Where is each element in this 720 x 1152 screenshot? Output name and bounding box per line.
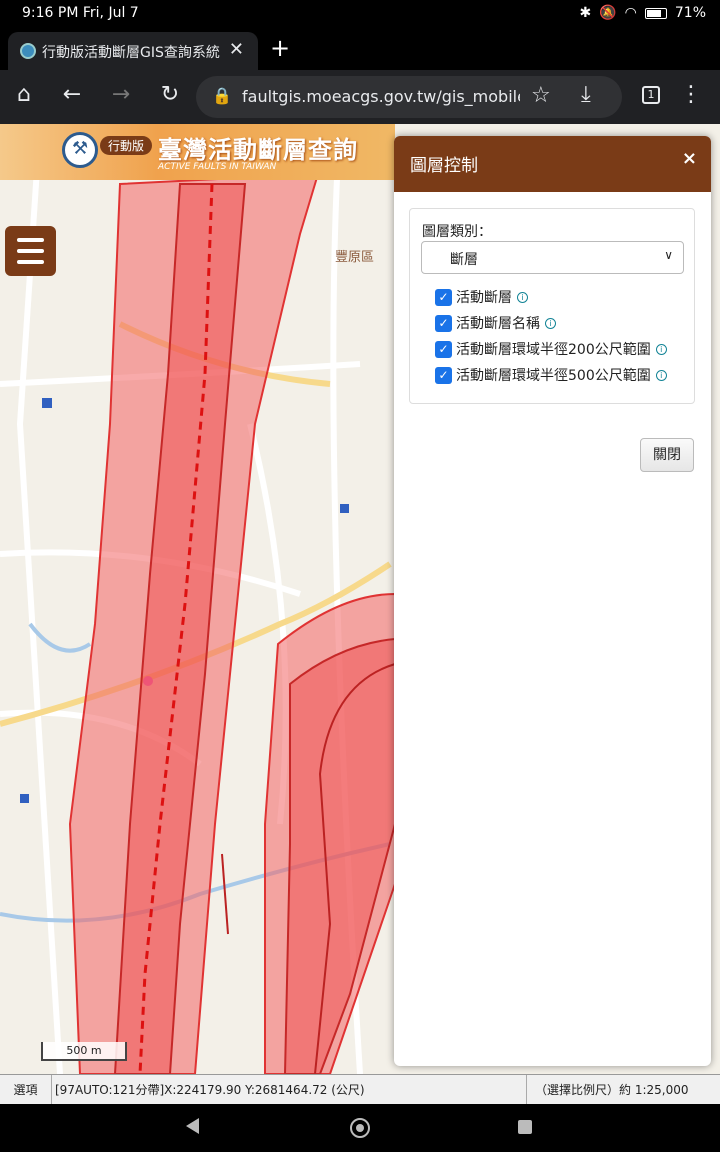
tab-switcher-button[interactable]: 1 bbox=[642, 86, 660, 104]
system-recents-icon[interactable] bbox=[518, 1120, 532, 1134]
browser-toolbar: ⌂ ← → ↻ 🔒 faultgis.moeacgs.gov.tw/gis_mo… bbox=[0, 70, 720, 124]
layer-toggle-label: 活動斷層環域半徑200公尺範圍 bbox=[456, 342, 651, 358]
layer-toggle-label: 活動斷層環域半徑500公尺範圍 bbox=[456, 368, 651, 384]
back-icon[interactable]: ← bbox=[58, 82, 86, 107]
browser-menu-icon[interactable]: ⋮ bbox=[680, 82, 702, 107]
coordinate-readout: [97AUTO:121分帶]X:224179.90 Y:2681464.72 (… bbox=[52, 1075, 527, 1105]
map-route-marker bbox=[143, 676, 153, 686]
battery-level: 71% bbox=[674, 5, 706, 21]
site-favicon-icon bbox=[20, 43, 36, 59]
status-time: 9:16 PM Fri, Jul 7 bbox=[22, 5, 139, 21]
app-banner: 行動版 臺灣活動斷層查詢 ACTIVE FAULTS IN TAIWAN bbox=[0, 124, 395, 180]
download-icon[interactable]: ⤓ bbox=[581, 82, 591, 107]
district-label: 豐原區 bbox=[335, 250, 375, 265]
info-icon[interactable]: i bbox=[655, 369, 667, 381]
fault-segment bbox=[221, 853, 229, 935]
scale-selector[interactable]: （選擇比例尺）約 1:25,000 bbox=[527, 1075, 720, 1105]
tab-title: 行動版活動斷層GIS查詢系統 bbox=[42, 45, 220, 61]
new-tab-icon[interactable]: + bbox=[270, 34, 290, 62]
checkbox-checked-icon[interactable]: ✓ bbox=[435, 314, 452, 332]
panel-close-icon[interactable]: × bbox=[682, 148, 697, 169]
home-icon[interactable]: ⌂ bbox=[10, 82, 38, 107]
banner-subtitle: ACTIVE FAULTS IN TAIWAN bbox=[158, 162, 277, 172]
forward-icon[interactable]: → bbox=[107, 82, 135, 107]
layer-toggle-buffer-500m[interactable]: ✓ 活動斷層環域半徑500公尺範圍 i bbox=[435, 364, 667, 386]
layer-type-select[interactable]: 斷層 ∨ bbox=[421, 241, 684, 274]
tab-bar: 行動版活動斷層GIS查詢系統 ✕ + bbox=[0, 28, 720, 70]
map-scale-bar: 500 m bbox=[41, 1042, 127, 1061]
layer-toggle-active-fault[interactable]: ✓ 活動斷層 i bbox=[435, 286, 528, 308]
battery-icon bbox=[644, 7, 667, 19]
bookmark-star-icon[interactable]: ☆ bbox=[531, 83, 551, 108]
options-button[interactable]: 選項 bbox=[0, 1075, 52, 1105]
status-bar: 9:16 PM Fri, Jul 7 ✱ 🔕 ◠ 71% bbox=[0, 0, 720, 28]
hamburger-menu-button[interactable] bbox=[5, 226, 56, 276]
layer-type-label: 圖層類別： bbox=[422, 224, 492, 240]
system-nav-bar bbox=[0, 1104, 720, 1152]
chevron-down-icon: ∨ bbox=[664, 248, 673, 262]
layer-options-box: 圖層類別： 斷層 ∨ ✓ 活動斷層 i ✓ 活動斷層名稱 i ✓ 活動斷層環域半… bbox=[409, 208, 695, 404]
hamburger-line bbox=[17, 260, 44, 264]
checkbox-checked-icon[interactable]: ✓ bbox=[435, 288, 452, 306]
system-back-icon[interactable] bbox=[186, 1118, 199, 1134]
agency-logo-icon bbox=[62, 132, 98, 168]
mute-icon: 🔕 bbox=[599, 5, 617, 21]
banner-title: 臺灣活動斷層查詢 bbox=[158, 136, 358, 164]
hamburger-menu-icon bbox=[17, 238, 44, 242]
wifi-icon: ◠ bbox=[624, 5, 637, 21]
info-icon[interactable]: i bbox=[545, 317, 556, 329]
url-text[interactable]: faultgis.moeacgs.gov.tw/gis_mobile/ bbox=[242, 87, 520, 106]
layer-control-panel: 圖層控制 × 圖層類別： 斷層 ∨ ✓ 活動斷層 i ✓ 活動斷層名稱 i ✓ … bbox=[394, 136, 711, 1066]
tab-close-icon[interactable]: ✕ bbox=[229, 39, 244, 60]
close-panel-button[interactable]: 關閉 bbox=[640, 438, 694, 472]
bluetooth-icon: ✱ bbox=[579, 5, 592, 21]
coordinate-bar: 選項 [97AUTO:121分帶]X:224179.90 Y:2681464.7… bbox=[0, 1074, 720, 1105]
layer-toggle-label: 活動斷層名稱 bbox=[456, 316, 540, 332]
lock-icon[interactable]: 🔒 bbox=[212, 86, 232, 105]
layer-type-value: 斷層 bbox=[450, 252, 478, 268]
hamburger-line bbox=[17, 249, 44, 253]
layer-toggle-label: 活動斷層 bbox=[456, 290, 512, 306]
layer-toggle-buffer-200m[interactable]: ✓ 活動斷層環域半徑200公尺範圍 i bbox=[435, 338, 667, 360]
reload-icon[interactable]: ↻ bbox=[156, 82, 184, 107]
system-home-icon[interactable] bbox=[350, 1118, 370, 1138]
panel-title: 圖層控制 bbox=[410, 156, 478, 176]
checkbox-checked-icon[interactable]: ✓ bbox=[435, 340, 452, 358]
panel-header: 圖層控制 × bbox=[394, 136, 711, 192]
layer-toggle-fault-name[interactable]: ✓ 活動斷層名稱 i bbox=[435, 312, 556, 334]
address-bar[interactable]: 🔒 faultgis.moeacgs.gov.tw/gis_mobile/ ☆ … bbox=[196, 76, 622, 118]
info-icon[interactable]: i bbox=[517, 291, 528, 303]
mobile-version-badge: 行動版 bbox=[100, 136, 153, 155]
status-icons: ✱ 🔕 ◠ 71% bbox=[579, 5, 706, 21]
info-icon[interactable]: i bbox=[655, 343, 667, 355]
checkbox-checked-icon[interactable]: ✓ bbox=[435, 366, 452, 384]
browser-tab[interactable]: 行動版活動斷層GIS查詢系統 ✕ bbox=[8, 32, 258, 70]
